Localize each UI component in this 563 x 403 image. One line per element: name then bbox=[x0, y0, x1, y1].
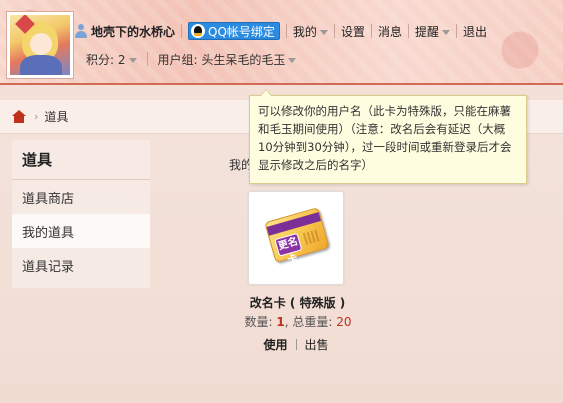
qq-icon bbox=[191, 24, 206, 38]
divider bbox=[455, 24, 457, 38]
qq-bind-button[interactable]: QQ帐号绑定 bbox=[188, 22, 280, 40]
chevron-down-icon bbox=[441, 29, 450, 35]
breadcrumb-current[interactable]: 道具 bbox=[44, 108, 68, 125]
avatar[interactable] bbox=[6, 11, 74, 79]
nav-reminders-label: 提醒 bbox=[414, 24, 439, 39]
sidebar-item-shop[interactable]: 道具商店 bbox=[12, 180, 150, 214]
item-name: 改名卡 ( 特殊版 ) bbox=[249, 296, 346, 310]
divider bbox=[370, 24, 372, 38]
chevron-down-icon bbox=[288, 57, 297, 63]
header-pattern bbox=[0, 0, 563, 83]
divider bbox=[285, 24, 287, 38]
home-icon[interactable] bbox=[12, 110, 26, 123]
divider bbox=[295, 339, 297, 350]
qq-bind-label: QQ帐号绑定 bbox=[208, 24, 275, 39]
divider bbox=[333, 24, 335, 38]
rename-card-icon: 更名卡 bbox=[263, 207, 330, 266]
nav-settings[interactable]: 设置 bbox=[341, 23, 365, 40]
use-button[interactable]: 使用 bbox=[263, 336, 287, 353]
chevron-down-icon bbox=[128, 57, 137, 63]
site-header: 地壳下的水桥心 QQ帐号绑定 我的 设置 消息 提醒 退出 积分: 2 用户组:… bbox=[0, 0, 563, 85]
item-card[interactable]: 更名卡 bbox=[248, 191, 344, 285]
nav-logout[interactable]: 退出 bbox=[463, 23, 487, 40]
chevron-down-icon bbox=[319, 29, 328, 35]
user-icon bbox=[74, 24, 88, 38]
divider bbox=[146, 52, 148, 66]
qty-prefix: 数量: bbox=[244, 315, 277, 329]
usergroup-label: 用户组: 头生呆毛的毛玉 bbox=[157, 52, 286, 67]
sidebar-item-my-items[interactable]: 我的道具 bbox=[12, 214, 150, 248]
avatar-image bbox=[10, 15, 70, 75]
user-info-row: 积分: 2 用户组: 头生呆毛的毛玉 bbox=[86, 51, 297, 68]
nav-mine[interactable]: 我的 bbox=[293, 23, 328, 40]
qty-value: 1 bbox=[276, 315, 285, 329]
username-link[interactable]: 地壳下的水桥心 bbox=[91, 23, 175, 40]
nav-messages[interactable]: 消息 bbox=[378, 23, 402, 40]
sidebar-item-records[interactable]: 道具记录 bbox=[12, 248, 150, 282]
total-weight-prefix: , 总重量: bbox=[284, 315, 337, 329]
sidebar-title: 道具 bbox=[12, 140, 150, 180]
divider bbox=[181, 24, 183, 38]
sell-button[interactable]: 出售 bbox=[305, 336, 329, 353]
tooltip-arrow bbox=[260, 89, 272, 96]
item-quantity: 数量: 1, 总重量: 20 bbox=[218, 313, 378, 330]
user-toolbar: 地壳下的水桥心 QQ帐号绑定 我的 设置 消息 提醒 退出 bbox=[74, 21, 487, 41]
nav-mine-label: 我的 bbox=[292, 24, 317, 39]
divider bbox=[407, 24, 409, 38]
points-label: 积分: 2 bbox=[86, 52, 126, 67]
tooltip-text: 可以修改你的用户名（此卡为特殊版，只能在麻薯和毛玉期间使用）（注意：改名后会有延… bbox=[258, 104, 512, 172]
sidebar: 道具 道具商店 我的道具 道具记录 bbox=[12, 140, 150, 288]
usergroup-link[interactable]: 用户组: 头生呆毛的毛玉 bbox=[158, 51, 297, 68]
points-link[interactable]: 积分: 2 bbox=[86, 51, 137, 68]
nav-reminders[interactable]: 提醒 bbox=[415, 23, 450, 40]
chevron-right-icon: › bbox=[34, 110, 39, 123]
card-badge: 更名卡 bbox=[274, 232, 303, 266]
item-actions: 使用 出售 bbox=[254, 336, 338, 353]
item-tooltip: 可以修改你的用户名（此卡为特殊版，只能在麻薯和毛玉期间使用）（注意：改名后会有延… bbox=[249, 89, 527, 184]
total-weight-value: 20 bbox=[336, 315, 352, 329]
